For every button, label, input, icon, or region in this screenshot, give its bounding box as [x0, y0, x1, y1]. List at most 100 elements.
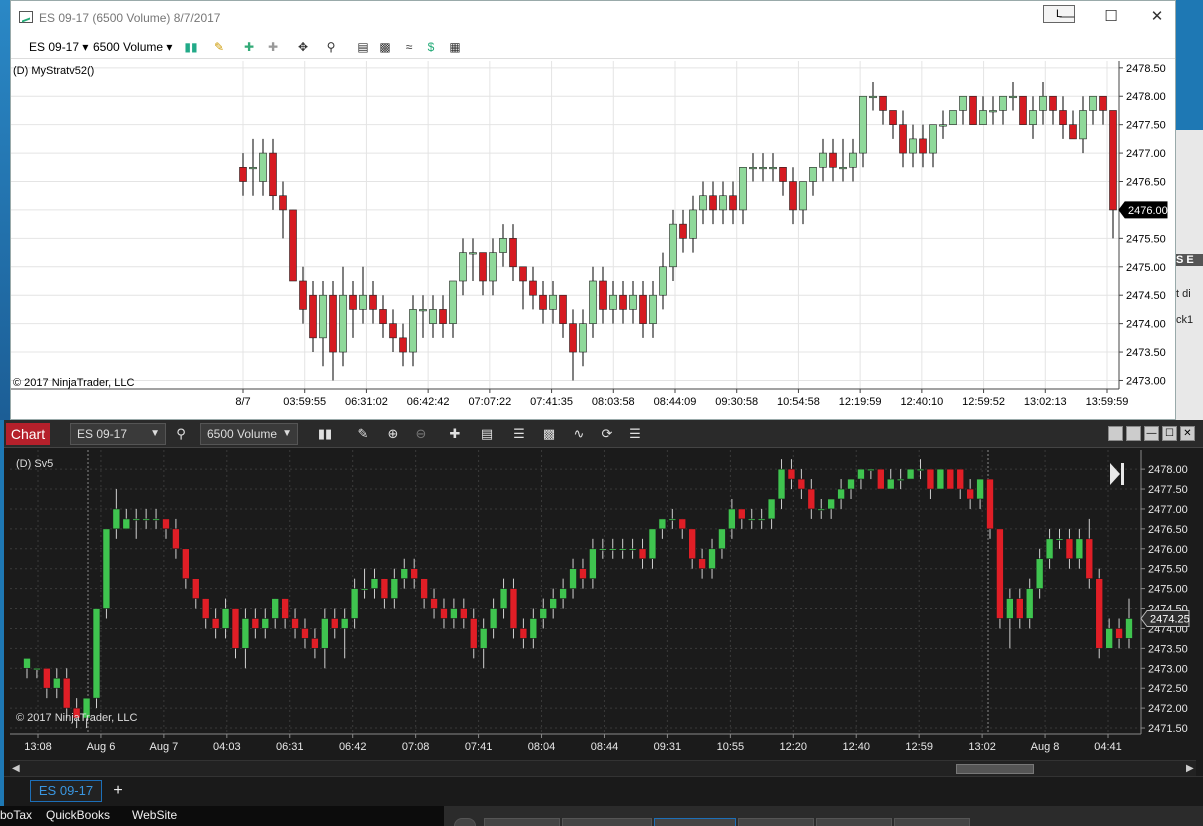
zoom-icon[interactable]: ⚲ [323, 39, 339, 55]
maximize-icon[interactable]: ☐ [1162, 426, 1177, 441]
price-chart-top[interactable]: 2478.50 2478.00 2477.50 2477.00 2476.50 2476.… [11, 59, 1177, 421]
scrollbar-thumb[interactable] [956, 764, 1034, 774]
draw-pencil-icon[interactable]: ✎ [211, 39, 227, 55]
x-tick-label: Aug 8 [1031, 741, 1060, 753]
candle-body [509, 238, 517, 268]
candle-body [559, 588, 567, 599]
zoom-out-icon[interactable]: ⊖ [412, 425, 430, 443]
panel-tab[interactable] [562, 818, 652, 826]
candle-body [569, 568, 577, 589]
candle-body [1089, 95, 1097, 111]
taskbar-app[interactable]: boTax [0, 808, 32, 822]
add-tab-button[interactable]: + [108, 780, 128, 802]
window-titlebar[interactable]: ES 09-17 (6500 Volume) 8/7/2017 L — ☐ ✕ [11, 1, 1175, 35]
desktop-background-right: S E t di ck1 [1176, 130, 1203, 420]
candle-body [519, 628, 528, 639]
panel-tab[interactable] [816, 818, 892, 826]
crosshair-icon[interactable]: ✥ [295, 39, 311, 55]
close-icon[interactable]: ✕ [1180, 426, 1195, 441]
interval-selector[interactable]: 6500 Volume ▾ [93, 39, 172, 55]
x-tick-label: Aug 6 [87, 741, 116, 753]
y-tick-label: 2478.00 [1126, 91, 1166, 103]
minimize-icon[interactable]: — [1144, 426, 1159, 441]
horizontal-scrollbar[interactable]: ◀ ▶ [10, 760, 1196, 776]
candle-body [729, 195, 737, 211]
strategies-icon[interactable]: ⟳ [598, 425, 616, 443]
properties-icon[interactable]: ☰ [626, 425, 644, 443]
candle-body [221, 608, 230, 629]
panel-tab[interactable] [894, 818, 970, 826]
instrument-selector[interactable]: ES 09-17 ▾ [29, 39, 88, 55]
chart-trader-icon[interactable]: ▩ [377, 39, 393, 55]
candle-body [379, 309, 387, 324]
y-tick-label: 2478.00 [1148, 464, 1188, 476]
price-chart-bottom[interactable]: 2478.00 2477.50 2477.00 2476.50 2476.00 2475.… [4, 448, 1203, 760]
panel-tab[interactable] [738, 818, 814, 826]
candle-body [769, 167, 777, 170]
panel-tab[interactable] [454, 818, 476, 826]
y-tick-label: 2475.00 [1126, 262, 1166, 274]
candle-body [249, 167, 257, 170]
background-window-panel [444, 806, 1203, 826]
candle-body [1109, 110, 1117, 211]
candle-body [896, 478, 905, 481]
data-box-icon[interactable]: ▤ [355, 39, 371, 55]
bar-style-icon[interactable]: ▮▮ [183, 39, 199, 55]
templates-icon[interactable]: ▩ [540, 425, 558, 443]
candle-body [628, 548, 637, 551]
candle-body [859, 95, 867, 154]
taskbar-app[interactable]: WebSite [132, 808, 177, 822]
add-indicator-icon[interactable]: ✚ [241, 39, 257, 55]
candle-body [429, 309, 437, 324]
candle-body [469, 252, 477, 255]
scroll-left-icon[interactable]: ◀ [12, 763, 20, 774]
y-tick-label: 2473.00 [1126, 375, 1166, 387]
x-tick-label: 13:02:13 [1024, 396, 1067, 408]
desktop-background-left [0, 0, 10, 420]
y-tick-label: 2473.50 [1126, 347, 1166, 359]
close-icon[interactable]: ✕ [1149, 9, 1165, 25]
properties-icon[interactable]: ▦ [447, 39, 463, 55]
chart-tab[interactable]: Chart [6, 423, 50, 445]
desktop-fragment: ck1 [1176, 314, 1194, 326]
chevron-down-icon: ▼ [150, 428, 160, 439]
candle-body [679, 223, 687, 239]
pin-icon[interactable] [1108, 426, 1123, 441]
candle-body [699, 195, 707, 211]
search-icon[interactable]: ⚲ [172, 425, 190, 443]
data-box-icon[interactable]: ▤ [478, 425, 496, 443]
taskbar-app[interactable]: QuickBooks [46, 808, 110, 822]
panel-tab[interactable] [484, 818, 560, 826]
candle-body [819, 152, 827, 168]
scroll-right-icon[interactable]: ▶ [1186, 763, 1194, 774]
instrument-selector[interactable]: ES 09-17 ▼ [70, 423, 166, 445]
x-tick-label: 12:40 [842, 741, 870, 753]
interval-selector[interactable]: 6500 Volume ▼ [200, 423, 298, 445]
draw-pencil-icon[interactable]: ✎ [354, 425, 372, 443]
candle-body [669, 223, 677, 268]
x-tick-label: 13:08 [24, 741, 52, 753]
zoom-in-icon[interactable]: ⊕ [384, 425, 402, 443]
minimize-icon[interactable]: — [1059, 9, 1075, 25]
instrument-tab[interactable]: ES 09-17 [30, 780, 102, 802]
candle-body [281, 598, 289, 619]
remove-indicator-icon[interactable]: ✚ [265, 39, 281, 55]
candle-body [390, 578, 399, 599]
panel-tab[interactable] [654, 818, 736, 826]
dollar-icon[interactable]: $ [423, 39, 439, 55]
restore-icon[interactable] [1126, 426, 1141, 441]
x-tick-label: 04:03 [213, 741, 241, 753]
chart-trader-icon[interactable]: ☰ [510, 425, 528, 443]
crosshair-icon[interactable]: ✚ [446, 425, 464, 443]
indicators-icon[interactable]: ∿ [570, 425, 588, 443]
x-tick-label: 06:31:02 [345, 396, 388, 408]
candle-body [956, 468, 964, 490]
y-tick-label: 2471.50 [1148, 723, 1188, 735]
candle-body [986, 478, 994, 530]
bar-style-icon[interactable]: ▮▮ [316, 425, 334, 443]
line-chart-icon[interactable]: ≈ [401, 39, 417, 55]
candle-body [1025, 588, 1034, 619]
maximize-icon[interactable]: ☐ [1103, 9, 1119, 25]
candle-body [809, 167, 817, 182]
candle-body [319, 294, 327, 339]
